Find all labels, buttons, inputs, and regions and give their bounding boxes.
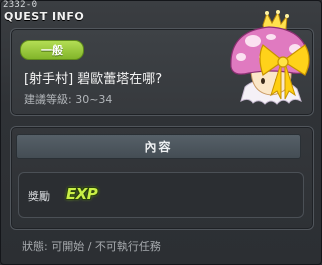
quest-id: 2332-0 — [3, 0, 38, 10]
reward-box — [18, 172, 304, 218]
quest-recommended-level: 建議等級: 30~34 — [24, 93, 113, 106]
quest-status: 狀態: 可開始 / 不可執行任務 — [22, 240, 161, 253]
npc-mushroom-icon — [230, 10, 310, 105]
reward-label: 獎勵 — [28, 190, 50, 203]
quest-info-window: 2332-0 QUEST INFO 一般 [射手村] 碧歐蕾塔在哪? 建議等級:… — [0, 0, 322, 265]
quest-name: [射手村] 碧歐蕾塔在哪? — [24, 72, 163, 87]
quest-category-badge: 一般 — [20, 40, 84, 60]
content-header: 內容 — [16, 134, 301, 159]
exp-reward-icon: EXP — [66, 185, 98, 203]
window-title: QUEST INFO — [4, 10, 85, 23]
